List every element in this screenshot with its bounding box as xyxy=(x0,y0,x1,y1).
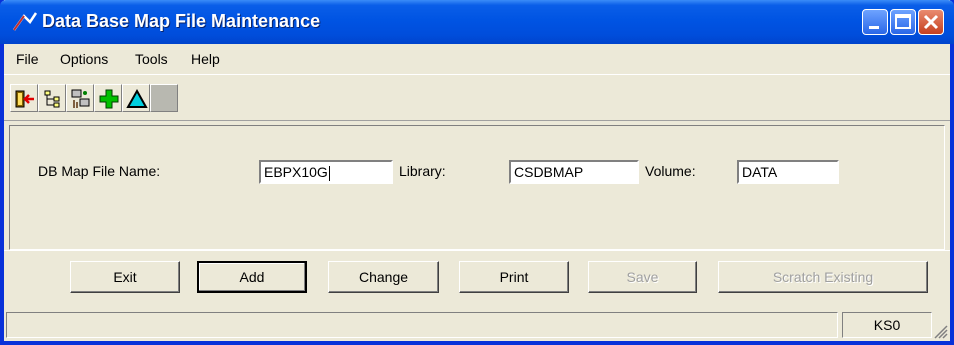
toolbar-blank-button[interactable] xyxy=(150,84,178,112)
maximize-icon xyxy=(895,14,911,29)
blank-icon xyxy=(154,88,176,110)
minimize-icon xyxy=(869,26,879,29)
add-button[interactable]: Add xyxy=(197,261,307,293)
window-title: Data Base Map File Maintenance xyxy=(42,11,321,31)
status-message-pane xyxy=(6,312,838,338)
library-label: Library: xyxy=(399,163,446,179)
close-button[interactable] xyxy=(918,9,944,35)
toolbar-exit-button[interactable] xyxy=(10,84,38,112)
form-panel xyxy=(9,125,945,250)
exit-button[interactable]: Exit xyxy=(70,261,180,293)
menu-file[interactable]: File xyxy=(16,51,39,67)
library-input[interactable]: CSDBMAP xyxy=(509,160,639,184)
save-button[interactable]: Save xyxy=(588,261,697,293)
menu-options[interactable]: Options xyxy=(60,51,108,67)
map-file-value: EBPX10G xyxy=(264,164,328,180)
app-window: Data Base Map File Maintenance File Opti… xyxy=(0,0,954,345)
tree-icon xyxy=(44,90,60,108)
minimize-button[interactable] xyxy=(862,9,888,35)
exit-door-icon xyxy=(15,90,34,108)
title-bar[interactable]: Data Base Map File Maintenance xyxy=(0,0,954,44)
close-icon xyxy=(923,14,939,30)
scratch-existing-button[interactable]: Scratch Existing xyxy=(718,261,928,293)
library-value: CSDBMAP xyxy=(514,164,584,180)
add-plus-icon xyxy=(99,89,119,109)
volume-value: DATA xyxy=(742,164,778,180)
panel-divider xyxy=(4,250,950,251)
menu-help[interactable]: Help xyxy=(191,51,220,67)
toolbar-add-button[interactable] xyxy=(94,84,122,112)
map-file-input[interactable]: EBPX10G xyxy=(259,160,393,184)
app-icon xyxy=(12,12,38,31)
change-triangle-icon xyxy=(126,88,148,108)
menu-tools[interactable]: Tools xyxy=(135,51,168,67)
toolbar-network-button[interactable] xyxy=(66,84,94,112)
print-button[interactable]: Print xyxy=(459,261,569,293)
resize-grip-icon[interactable] xyxy=(932,323,948,339)
toolbar-change-button[interactable] xyxy=(122,84,150,112)
change-button[interactable]: Change xyxy=(328,261,439,293)
menu-bar: File Options Tools Help xyxy=(4,44,950,72)
map-file-label: DB Map File Name: xyxy=(38,163,161,179)
toolbar-tree-button[interactable] xyxy=(38,84,66,112)
status-code: KS0 xyxy=(842,312,932,338)
volume-label: Volume: xyxy=(645,163,696,179)
toolbar xyxy=(4,72,950,121)
toolbar-divider xyxy=(4,74,950,75)
status-bar: KS0 xyxy=(4,308,950,341)
maximize-button[interactable] xyxy=(890,9,916,35)
network-icon xyxy=(71,89,90,108)
text-caret xyxy=(328,165,330,181)
volume-input[interactable]: DATA xyxy=(737,160,839,184)
